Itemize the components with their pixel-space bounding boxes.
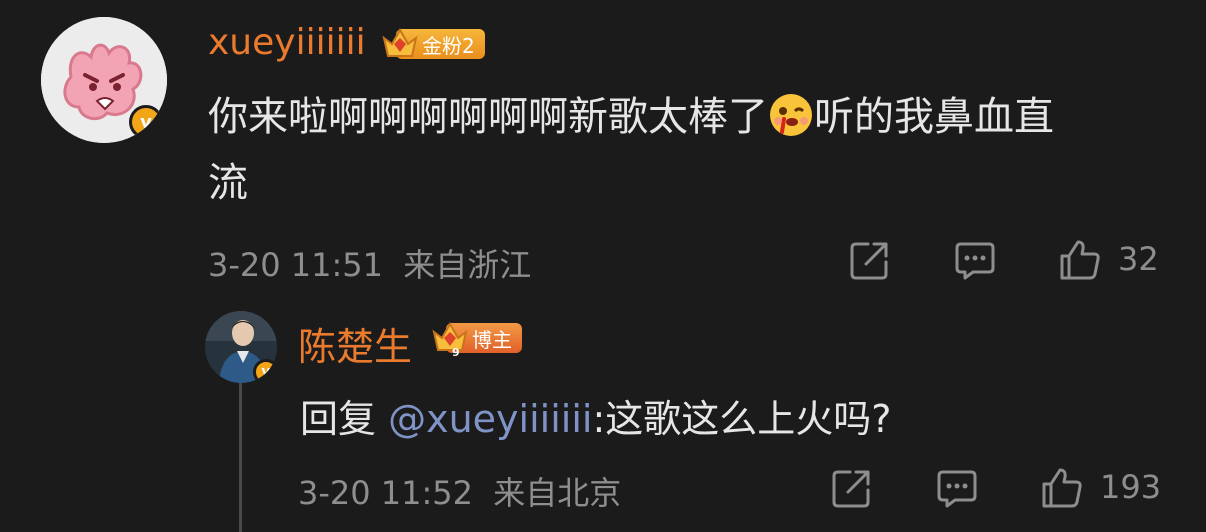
reply-avatar[interactable]: v bbox=[205, 311, 277, 383]
comment-icon[interactable] bbox=[953, 238, 997, 282]
share-icon[interactable] bbox=[830, 466, 874, 510]
comment-timestamp: 3-20 11:51 bbox=[208, 246, 384, 284]
comment-username[interactable]: xueyiiiiiii bbox=[208, 22, 366, 63]
share-icon[interactable] bbox=[848, 238, 892, 282]
comment-location: 来自浙江 bbox=[403, 246, 532, 284]
reply-body: 回复 @xueyiiiiiii:这歌这么上火吗? bbox=[300, 388, 891, 443]
crown-icon bbox=[382, 27, 418, 57]
mention-link[interactable]: @xueyiiiiiii bbox=[388, 397, 592, 441]
thread-line bbox=[239, 380, 242, 532]
reply-prefix: 回复 bbox=[300, 397, 377, 441]
blogger-badge[interactable]: 9 博主 bbox=[430, 321, 522, 358]
reply-timestamp: 3-20 11:52 bbox=[298, 474, 474, 512]
like-icon[interactable] bbox=[1040, 466, 1084, 510]
comment-text-part3: 流 bbox=[208, 160, 248, 206]
crown-icon: 9 bbox=[432, 321, 468, 358]
fan-badge[interactable]: 金粉2 bbox=[380, 27, 485, 61]
like-count: 32 bbox=[1118, 240, 1159, 278]
like-icon[interactable] bbox=[1058, 238, 1102, 282]
comment-body: 你来啦啊啊啊啊啊啊新歌太棒了 听的我鼻血直 流 bbox=[208, 84, 1188, 216]
comment-text-part1: 你来啦啊啊啊啊啊啊新歌太棒了 bbox=[208, 94, 768, 140]
reply-location: 来自北京 bbox=[493, 474, 622, 512]
comment-icon[interactable] bbox=[935, 466, 979, 510]
comment-text-part2: 听的我鼻血直 bbox=[814, 94, 1054, 140]
nosebleed-emoji bbox=[770, 94, 812, 136]
user-avatar[interactable]: v bbox=[41, 17, 167, 143]
svg-text:9: 9 bbox=[452, 346, 460, 358]
comment-meta: 3-20 11:51 来自浙江 bbox=[208, 240, 531, 286]
reply-username[interactable]: 陈楚生 bbox=[298, 316, 412, 371]
verified-icon: v bbox=[253, 359, 277, 383]
verified-icon: v bbox=[129, 105, 163, 139]
reply-meta: 3-20 11:52 来自北京 bbox=[298, 468, 621, 514]
reply-text: :这歌这么上火吗? bbox=[592, 397, 892, 441]
like-count: 193 bbox=[1100, 468, 1162, 506]
